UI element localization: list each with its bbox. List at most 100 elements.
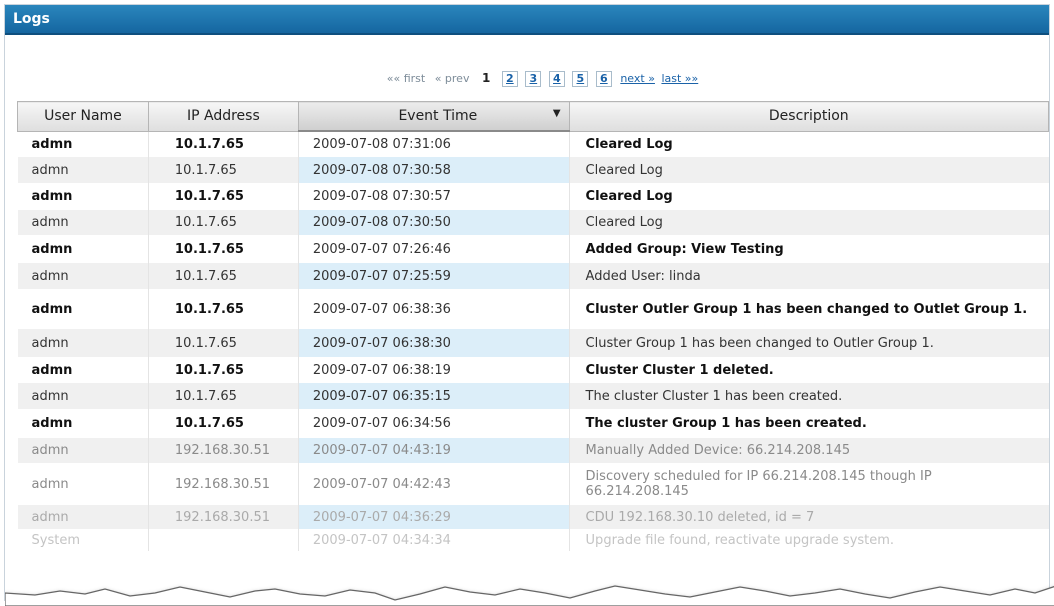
cell-ip-address: 10.1.7.65 xyxy=(148,263,299,289)
cell-description: Cleared Log xyxy=(569,157,1049,183)
cell-description: Added User: linda xyxy=(569,263,1049,289)
table-row[interactable]: admn 192.168.30.51 2009-07-07 04:42:43 Disc… xyxy=(17,463,1049,505)
cell-event-time: 2009-07-07 04:42:43 xyxy=(298,463,570,505)
pager-page-6[interactable]: 6 xyxy=(595,71,612,87)
pager-page-5[interactable]: 5 xyxy=(572,71,589,87)
table-header-row: User Name IP Address Event Time ▼ Descrip… xyxy=(17,101,1050,132)
cell-ip-address: 10.1.7.65 xyxy=(148,409,299,438)
cell-ip-address: 192.168.30.51 xyxy=(148,438,299,463)
cell-event-time: 2009-07-07 06:38:30 xyxy=(298,329,570,357)
cell-event-time: 2009-07-08 07:30:58 xyxy=(298,157,570,183)
cell-description: CDU 192.168.30.10 deleted, id = 7 xyxy=(569,505,1049,529)
logs-table-body: admn 10.1.7.65 2009-07-08 07:31:06 Cleared … xyxy=(17,131,1049,551)
cell-ip-address: 10.1.7.65 xyxy=(148,329,299,357)
cell-event-time: 2009-07-07 07:26:46 xyxy=(298,235,570,263)
cell-user-name: admn xyxy=(17,505,149,529)
panel-title: Logs xyxy=(5,5,1049,35)
cell-user-name: admn xyxy=(17,463,149,505)
cell-user-name: admn xyxy=(17,157,149,183)
pager-next-link[interactable]: next » xyxy=(620,72,655,85)
table-row[interactable]: admn 10.1.7.65 2009-07-07 07:26:46 Added Gr… xyxy=(17,235,1049,263)
cell-ip-address: 192.168.30.51 xyxy=(148,463,299,505)
cell-description: Manually Added Device: 66.214.208.145 xyxy=(569,438,1049,463)
column-header-label: Description xyxy=(768,108,849,125)
table-row[interactable]: admn 10.1.7.65 2009-07-07 06:38:36 Cluster … xyxy=(17,289,1049,329)
cell-ip-address: 10.1.7.65 xyxy=(148,357,299,383)
cell-ip-address: 10.1.7.65 xyxy=(148,289,299,329)
cell-event-time: 2009-07-07 04:36:29 xyxy=(298,505,570,529)
table-row[interactable]: admn 192.168.30.51 2009-07-07 04:36:29 CDU … xyxy=(17,505,1049,529)
cell-event-time: 2009-07-08 07:30:57 xyxy=(298,183,570,210)
cell-user-name: admn xyxy=(17,183,149,210)
cell-user-name: admn xyxy=(17,329,149,357)
cell-description: Cleared Log xyxy=(569,210,1049,235)
logs-panel: Logs «« first « prev 1 2 3 4 5 6 next » … xyxy=(4,4,1054,606)
cell-description: Cluster Outler Group 1 has been changed … xyxy=(569,289,1049,329)
cell-ip-address: 10.1.7.65 xyxy=(148,157,299,183)
cell-event-time: 2009-07-08 07:31:06 xyxy=(298,131,570,157)
cell-event-time: 2009-07-07 06:38:19 xyxy=(298,357,570,383)
cell-ip-address: 10.1.7.65 xyxy=(148,131,299,157)
cell-ip-address: 10.1.7.65 xyxy=(148,210,299,235)
cell-event-time: 2009-07-07 04:43:19 xyxy=(298,438,570,463)
cell-user-name: admn xyxy=(17,409,149,438)
cell-description: Upgrade file found, reactivate upgrade s… xyxy=(569,529,1049,551)
pager-first-link[interactable]: «« first xyxy=(387,72,425,85)
table-row[interactable]: System 2009-07-07 04:34:34 Upgrade file fo… xyxy=(17,529,1049,551)
cell-description: Cluster Cluster 1 deleted. xyxy=(569,357,1049,383)
pager-current-page: 1 xyxy=(481,71,491,85)
cell-event-time: 2009-07-08 07:30:50 xyxy=(298,210,570,235)
cell-user-name: admn xyxy=(17,235,149,263)
pager-page-2[interactable]: 2 xyxy=(501,71,518,87)
cell-description: Discovery scheduled for IP 66.214.208.14… xyxy=(569,463,1049,505)
table-row[interactable]: admn 10.1.7.65 2009-07-07 06:34:56 The clus… xyxy=(17,409,1049,438)
column-header-label: Event Time xyxy=(398,108,478,124)
cell-description: Cluster Group 1 has been changed to Outl… xyxy=(569,329,1049,357)
pager-page-3[interactable]: 3 xyxy=(525,71,542,87)
cell-ip-address xyxy=(148,529,299,551)
cell-user-name: admn xyxy=(17,289,149,329)
cell-event-time: 2009-07-07 06:35:15 xyxy=(298,383,570,409)
cell-user-name: admn xyxy=(17,210,149,235)
cell-description: Cleared Log xyxy=(569,131,1049,157)
sort-descending-icon: ▼ xyxy=(552,108,561,119)
cell-event-time: 2009-07-07 06:38:36 xyxy=(298,289,570,329)
column-header-event-time[interactable]: Event Time ▼ xyxy=(297,101,570,132)
table-row[interactable]: admn 10.1.7.65 2009-07-08 07:30:57 Cleared … xyxy=(17,183,1049,210)
cell-event-time: 2009-07-07 06:34:56 xyxy=(298,409,570,438)
table-row[interactable]: admn 10.1.7.65 2009-07-08 07:30:50 Cleared … xyxy=(17,210,1049,235)
column-header-user-name[interactable]: User Name xyxy=(17,101,149,132)
pager-last-link[interactable]: last »» xyxy=(661,72,698,85)
cell-user-name: admn xyxy=(17,357,149,383)
cell-user-name: admn xyxy=(17,131,149,157)
logs-table: User Name IP Address Event Time ▼ Descrip… xyxy=(17,101,1050,551)
pager-page-4[interactable]: 4 xyxy=(548,71,565,87)
cell-user-name: System xyxy=(17,529,149,551)
cell-description: Added Group: View Testing xyxy=(569,235,1049,263)
table-row[interactable]: admn 10.1.7.65 2009-07-07 06:35:15 The clus… xyxy=(17,383,1049,409)
pagination: «« first « prev 1 2 3 4 5 6 next » last … xyxy=(5,71,1049,89)
table-row[interactable]: admn 10.1.7.65 2009-07-08 07:31:06 Cleared … xyxy=(17,131,1049,157)
table-row[interactable]: admn 10.1.7.65 2009-07-07 07:25:59 Added Us… xyxy=(17,263,1049,289)
column-header-label: IP Address xyxy=(186,108,260,125)
cell-description: The cluster Cluster 1 has been created. xyxy=(569,383,1049,409)
pager-prev-link[interactable]: « prev xyxy=(435,72,470,85)
table-row[interactable]: admn 10.1.7.65 2009-07-07 06:38:30 Cluster … xyxy=(17,329,1049,357)
table-row[interactable]: admn 10.1.7.65 2009-07-08 07:30:58 Cleared … xyxy=(17,157,1049,183)
table-row[interactable]: admn 10.1.7.65 2009-07-07 06:38:19 Cluster … xyxy=(17,357,1049,383)
cell-description: The cluster Group 1 has been created. xyxy=(569,409,1049,438)
cell-user-name: admn xyxy=(17,438,149,463)
cell-ip-address: 10.1.7.65 xyxy=(148,235,299,263)
column-header-ip-address[interactable]: IP Address xyxy=(147,101,299,132)
cell-ip-address: 192.168.30.51 xyxy=(148,505,299,529)
column-header-label: User Name xyxy=(44,108,122,125)
cell-event-time: 2009-07-07 07:25:59 xyxy=(298,263,570,289)
torn-edge-graphic xyxy=(5,585,1054,606)
cell-user-name: admn xyxy=(17,383,149,409)
cell-ip-address: 10.1.7.65 xyxy=(148,383,299,409)
cell-user-name: admn xyxy=(17,263,149,289)
table-row[interactable]: admn 192.168.30.51 2009-07-07 04:43:19 Manu… xyxy=(17,438,1049,463)
column-header-description[interactable]: Description xyxy=(568,101,1050,132)
cell-ip-address: 10.1.7.65 xyxy=(148,183,299,210)
cell-description: Cleared Log xyxy=(569,183,1049,210)
